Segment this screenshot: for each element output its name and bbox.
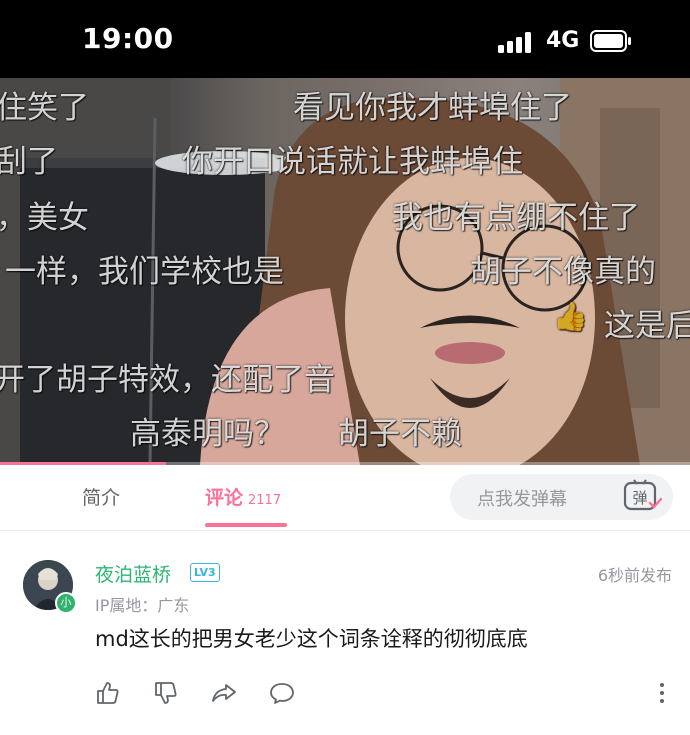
danmaku-layer: 住笑了 看见你我才蚌埠住了 刮了 你开口说话就让我蚌埠住 ，美女 我也有点绷不住… (0, 78, 690, 465)
danmaku-icon: 弹 (623, 479, 663, 511)
danmaku-comment: 胡子不赖 (338, 416, 462, 452)
danmaku-comment: 住笑了 (0, 90, 89, 126)
comment-text: md这长的把男女老少这个词条诠释的彻彻底底 (95, 627, 528, 651)
danmaku-comment: 一样，我们学校也是 (5, 254, 284, 290)
ip-location: IP属地：广东 (95, 596, 190, 615)
danmaku-comment: 这是后 (604, 308, 690, 344)
network-type: 4G (546, 28, 580, 53)
tab-comments[interactable]: 评论 2117 (205, 483, 281, 510)
danmaku-comment: 高泰明吗？ (130, 416, 285, 452)
comment-count: 2117 (248, 493, 282, 508)
level-badge: LV3 (190, 563, 220, 582)
danmaku-comment: 刮了 (0, 144, 58, 180)
signal-icon (498, 31, 536, 53)
avatar-badge: 小 (55, 592, 77, 614)
battery-icon (590, 30, 631, 52)
tab-comments-label: 评论 (205, 487, 244, 509)
username[interactable]: 夜泊蓝桥 (95, 560, 171, 587)
danmaku-comment: 你开口说话就让我蚌埠住 (182, 144, 523, 180)
comment-actions (0, 679, 690, 713)
like-icon[interactable] (94, 679, 122, 707)
thumbs-up-icon: 👍 (553, 300, 588, 333)
danmaku-icon-label: 弹 (632, 489, 647, 507)
danmaku-comment: 开了胡子特效，还配了音 (0, 362, 335, 398)
comment-timestamp: 6秒前发布 (597, 566, 672, 585)
dislike-icon[interactable] (152, 679, 180, 707)
danmaku-toggle-button[interactable]: 弹 (610, 474, 673, 520)
danmaku-comment: 胡子不像真的 (470, 254, 656, 290)
comment-item: 小 夜泊蓝桥 LV3 6秒前发布 IP属地：广东 md这长的把男女老少这个词条诠… (0, 531, 690, 735)
danmaku-comment: 我也有点绷不住了 (392, 200, 640, 236)
danmaku-input-placeholder: 点我发弹幕 (477, 489, 567, 510)
active-tab-indicator (205, 523, 287, 527)
status-time: 19:00 (82, 22, 174, 55)
video-player[interactable]: 住笑了 看见你我才蚌埠住了 刮了 你开口说话就让我蚌埠住 ，美女 我也有点绷不住… (0, 78, 690, 465)
danmaku-comment: 看见你我才蚌埠住了 (293, 90, 572, 126)
share-icon[interactable] (210, 679, 238, 707)
tab-intro[interactable]: 简介 (82, 483, 120, 510)
status-bar: 19:00 4G (0, 0, 690, 78)
more-icon[interactable] (648, 679, 676, 707)
danmaku-comment: ，美女 (0, 200, 89, 236)
reply-icon[interactable] (268, 679, 296, 707)
